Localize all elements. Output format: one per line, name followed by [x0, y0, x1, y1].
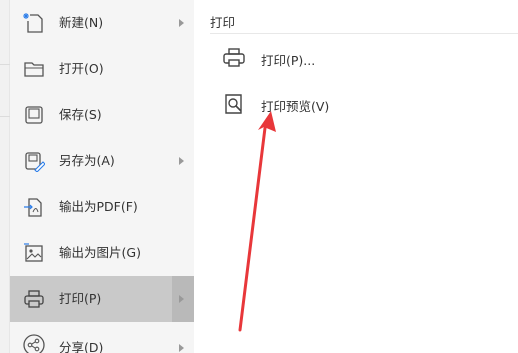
- chevron-right-icon: [179, 344, 184, 352]
- submenu-item-print-preview[interactable]: 打印预览(V): [210, 86, 410, 122]
- menu-item-label: 输出为PDF(F): [59, 199, 138, 214]
- submenu-item-label: 打印预览(V): [261, 99, 330, 114]
- export-pdf-icon: [23, 196, 45, 218]
- strip-divider: [0, 64, 10, 65]
- new-file-icon: [23, 12, 45, 34]
- file-menu: 新建(N) 打开(O) 保存(S) 另存为(A) 输出为PDF(F) 输出为图片…: [10, 0, 194, 353]
- chevron-right-icon: [179, 19, 184, 27]
- menu-item-label: 分享(D): [59, 340, 104, 353]
- print-preview-icon: [222, 92, 246, 116]
- strip-divider: [0, 116, 10, 117]
- menu-item-label: 新建(N): [59, 15, 104, 30]
- print-submenu-panel: 打印 打印(P)... 打印预览(V): [194, 0, 518, 353]
- save-icon: [23, 104, 45, 126]
- share-icon: [23, 334, 45, 353]
- submenu-title: 打印: [210, 15, 236, 30]
- folder-open-icon: [23, 58, 45, 80]
- menu-item-new[interactable]: 新建(N): [10, 0, 194, 46]
- menu-item-label: 输出为图片(G): [59, 245, 141, 260]
- chevron-right-icon: [179, 157, 184, 165]
- submenu-item-print[interactable]: 打印(P)...: [210, 40, 410, 76]
- menu-item-label: 保存(S): [59, 107, 102, 122]
- printer-icon: [23, 288, 45, 310]
- menu-item-open[interactable]: 打开(O): [10, 46, 194, 92]
- menu-item-label: 打印(P): [59, 291, 102, 306]
- printer-icon: [222, 46, 246, 70]
- menu-item-save[interactable]: 保存(S): [10, 92, 194, 138]
- left-edge-strip: [0, 0, 10, 353]
- menu-item-label: 打开(O): [59, 61, 104, 76]
- menu-item-export-image[interactable]: 输出为图片(G): [10, 230, 194, 276]
- menu-item-label: 另存为(A): [59, 153, 115, 168]
- submenu-divider: [210, 33, 518, 34]
- menu-item-share[interactable]: 分享(D): [10, 322, 194, 353]
- menu-item-print[interactable]: 打印(P): [10, 276, 194, 322]
- save-as-icon: [23, 150, 46, 173]
- chevron-right-icon: [179, 295, 184, 303]
- menu-item-export-pdf[interactable]: 输出为PDF(F): [10, 184, 194, 230]
- menu-item-save-as[interactable]: 另存为(A): [10, 138, 194, 184]
- submenu-item-label: 打印(P)...: [261, 53, 316, 68]
- export-image-icon: [23, 242, 45, 264]
